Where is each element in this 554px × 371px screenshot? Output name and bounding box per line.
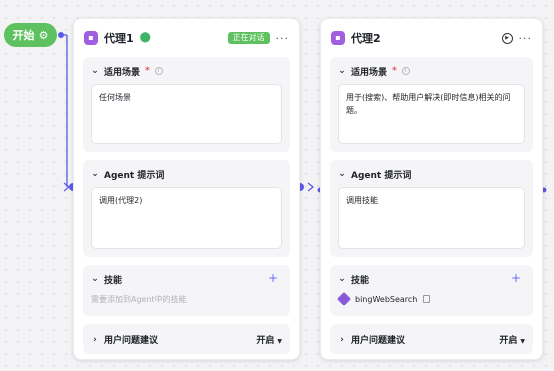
agent-title[interactable]: 代理2 (351, 30, 381, 46)
gear-icon[interactable]: ⚙ (39, 30, 49, 41)
scene-input[interactable]: 任何场景 (91, 84, 282, 144)
required-mark: * (145, 66, 150, 76)
suggest-toggle[interactable]: 开启 ▼ (256, 333, 282, 346)
add-skill-icon[interactable]: + (511, 272, 521, 284)
start-output-port (58, 32, 64, 38)
prompt-label: Agent 提示词 (104, 170, 165, 181)
skill-name: bingWebSearch (355, 294, 418, 304)
prompt-label: Agent 提示词 (351, 170, 412, 181)
agent-card-1[interactable]: ▪ 代理1 ⬤ 正在对话 ··· ⌄ 适用场景 * i 任何场景 ⌄ Agent … (73, 18, 300, 360)
suggest-toggle[interactable]: 开启 ▼ (499, 333, 525, 346)
prompt-section: ⌄ Agent 提示词 调用(代理2) (83, 160, 290, 257)
required-mark: * (392, 66, 397, 76)
prompt-input[interactable]: 调用技能 (338, 187, 525, 249)
scene-label: 适用场景 (351, 67, 388, 78)
cube-icon (336, 291, 352, 307)
agent-chat-icon: ▪ (84, 31, 98, 45)
skills-section: ⌄ 技能 + 需要添加到Agent中的技能 (83, 265, 290, 316)
start-label: 开始 (12, 29, 35, 42)
skills-hint: 需要添加到Agent中的技能 (91, 295, 187, 304)
agent-title[interactable]: 代理1 (104, 30, 134, 46)
agent-card-header: ▪ 代理1 ⬤ 正在对话 ··· (74, 19, 299, 57)
caret-down-icon: ▼ (277, 338, 282, 345)
info-icon[interactable]: i (401, 67, 410, 75)
suggest-label: 用户问题建议 (351, 336, 406, 346)
agent-chat-icon: ▪ (331, 31, 345, 45)
scene-label: 适用场景 (104, 67, 141, 78)
skills-section: ⌄ 技能 + bingWebSearch (330, 265, 533, 316)
scene-section: ⌄ 适用场景 * i 用于(搜索)、帮助用户解决(即时信息)相关的问题。 (330, 57, 533, 152)
skills-label: 技能 (104, 275, 123, 286)
prompt-section: ⌄ Agent 提示词 调用技能 (330, 160, 533, 257)
chevron-down-icon[interactable]: ⌄ (338, 274, 346, 284)
prompt-input[interactable]: 调用(代理2) (91, 187, 282, 249)
suggest-section: › 用户问题建议 开启 ▼ (330, 324, 533, 354)
add-skill-icon[interactable]: + (268, 272, 278, 284)
chevron-right-icon[interactable]: › (91, 335, 99, 345)
start-node[interactable]: 开始 ⚙ (4, 23, 57, 47)
status-badge: 正在对话 (227, 32, 270, 44)
skill-item[interactable]: bingWebSearch (336, 291, 525, 307)
chevron-right-icon[interactable]: › (338, 335, 346, 345)
location-pin-icon: ⬤ (139, 32, 151, 43)
chevron-down-icon[interactable]: ⌄ (338, 66, 346, 76)
document-icon[interactable] (423, 295, 431, 303)
agent-card-header: ▪ 代理2 ▶ ··· (321, 19, 542, 57)
scene-section: ⌄ 适用场景 * i 任何场景 (83, 57, 290, 152)
info-icon[interactable]: i (154, 67, 163, 75)
more-options-icon[interactable]: ··· (519, 33, 533, 44)
chevron-down-icon[interactable]: ⌄ (91, 274, 99, 284)
skills-label: 技能 (351, 275, 370, 286)
chevron-down-icon[interactable]: ⌄ (91, 66, 99, 76)
suggest-label: 用户问题建议 (104, 336, 159, 346)
caret-down-icon: ▼ (520, 338, 525, 345)
more-options-icon[interactable]: ··· (276, 33, 290, 44)
suggest-value: 开启 (499, 336, 518, 346)
play-icon[interactable]: ▶ (501, 32, 513, 44)
suggest-section: › 用户问题建议 开启 ▼ (83, 324, 290, 354)
suggest-value: 开启 (256, 336, 275, 346)
chevron-down-icon[interactable]: ⌄ (91, 169, 99, 179)
agent1-to-agent2-edge (307, 182, 315, 192)
scene-input[interactable]: 用于(搜索)、帮助用户解决(即时信息)相关的问题。 (338, 84, 525, 144)
chevron-down-icon[interactable]: ⌄ (338, 169, 346, 179)
agent-card-2[interactable]: ▪ 代理2 ▶ ··· ⌄ 适用场景 * i 用于(搜索)、帮助用户解决(即时信息… (320, 18, 543, 360)
